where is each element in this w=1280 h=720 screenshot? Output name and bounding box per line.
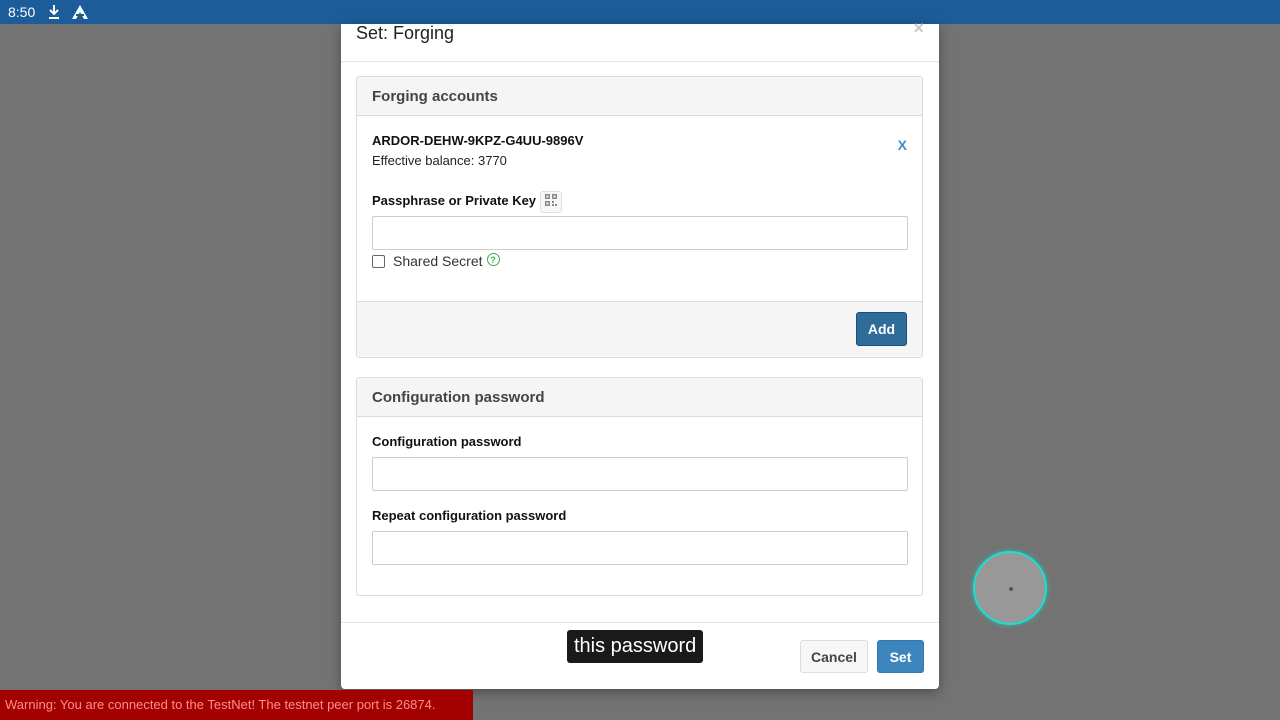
modal-title: Set: Forging: [356, 23, 455, 43]
testnet-warning: Warning: You are connected to the TestNe…: [0, 690, 473, 720]
help-icon[interactable]: ?: [486, 253, 500, 266]
config-password-heading: Configuration password: [357, 378, 922, 417]
remove-account-button[interactable]: X: [898, 137, 907, 153]
effective-balance: Effective balance: 3770: [372, 153, 507, 168]
set-button[interactable]: Set: [877, 640, 924, 673]
account-id: ARDOR-DEHW-9KPZ-G4UU-9896V: [372, 133, 584, 148]
touch-point: [1009, 587, 1013, 591]
close-icon[interactable]: ×: [913, 18, 924, 39]
forging-accounts-heading: Forging accounts: [357, 77, 922, 116]
status-time: 8:50: [8, 4, 36, 20]
repeat-password-input[interactable]: [372, 531, 908, 565]
qr-code-button[interactable]: [540, 191, 562, 213]
video-caption: this password: [567, 630, 704, 663]
app-logo-icon: [71, 4, 89, 20]
forging-panel-footer: Add: [357, 301, 922, 357]
qr-code-icon: [545, 193, 557, 211]
config-password-panel: Configuration password Configuration pas…: [356, 377, 923, 596]
shared-secret-checkbox[interactable]: [372, 254, 385, 268]
cancel-button[interactable]: Cancel: [800, 640, 868, 673]
passphrase-input[interactable]: [372, 216, 908, 250]
passphrase-label: Passphrase or Private Key: [372, 193, 537, 208]
set-forging-modal: Set: Forging × Forging accounts ARDOR-DE…: [341, 18, 939, 689]
modal-header: Set: Forging ×: [341, 18, 939, 62]
android-status-bar: 8:50: [0, 0, 1280, 24]
add-button[interactable]: Add: [856, 312, 907, 346]
config-password-input[interactable]: [372, 457, 908, 491]
repeat-password-label: Repeat configuration password: [372, 508, 567, 523]
shared-secret-label: Shared Secret: [393, 253, 483, 269]
download-icon: [47, 4, 61, 20]
config-password-label: Configuration password: [372, 434, 522, 449]
forging-accounts-panel: Forging accounts ARDOR-DEHW-9KPZ-G4UU-98…: [356, 76, 923, 358]
shared-secret-row: Shared Secret ?: [372, 253, 500, 269]
